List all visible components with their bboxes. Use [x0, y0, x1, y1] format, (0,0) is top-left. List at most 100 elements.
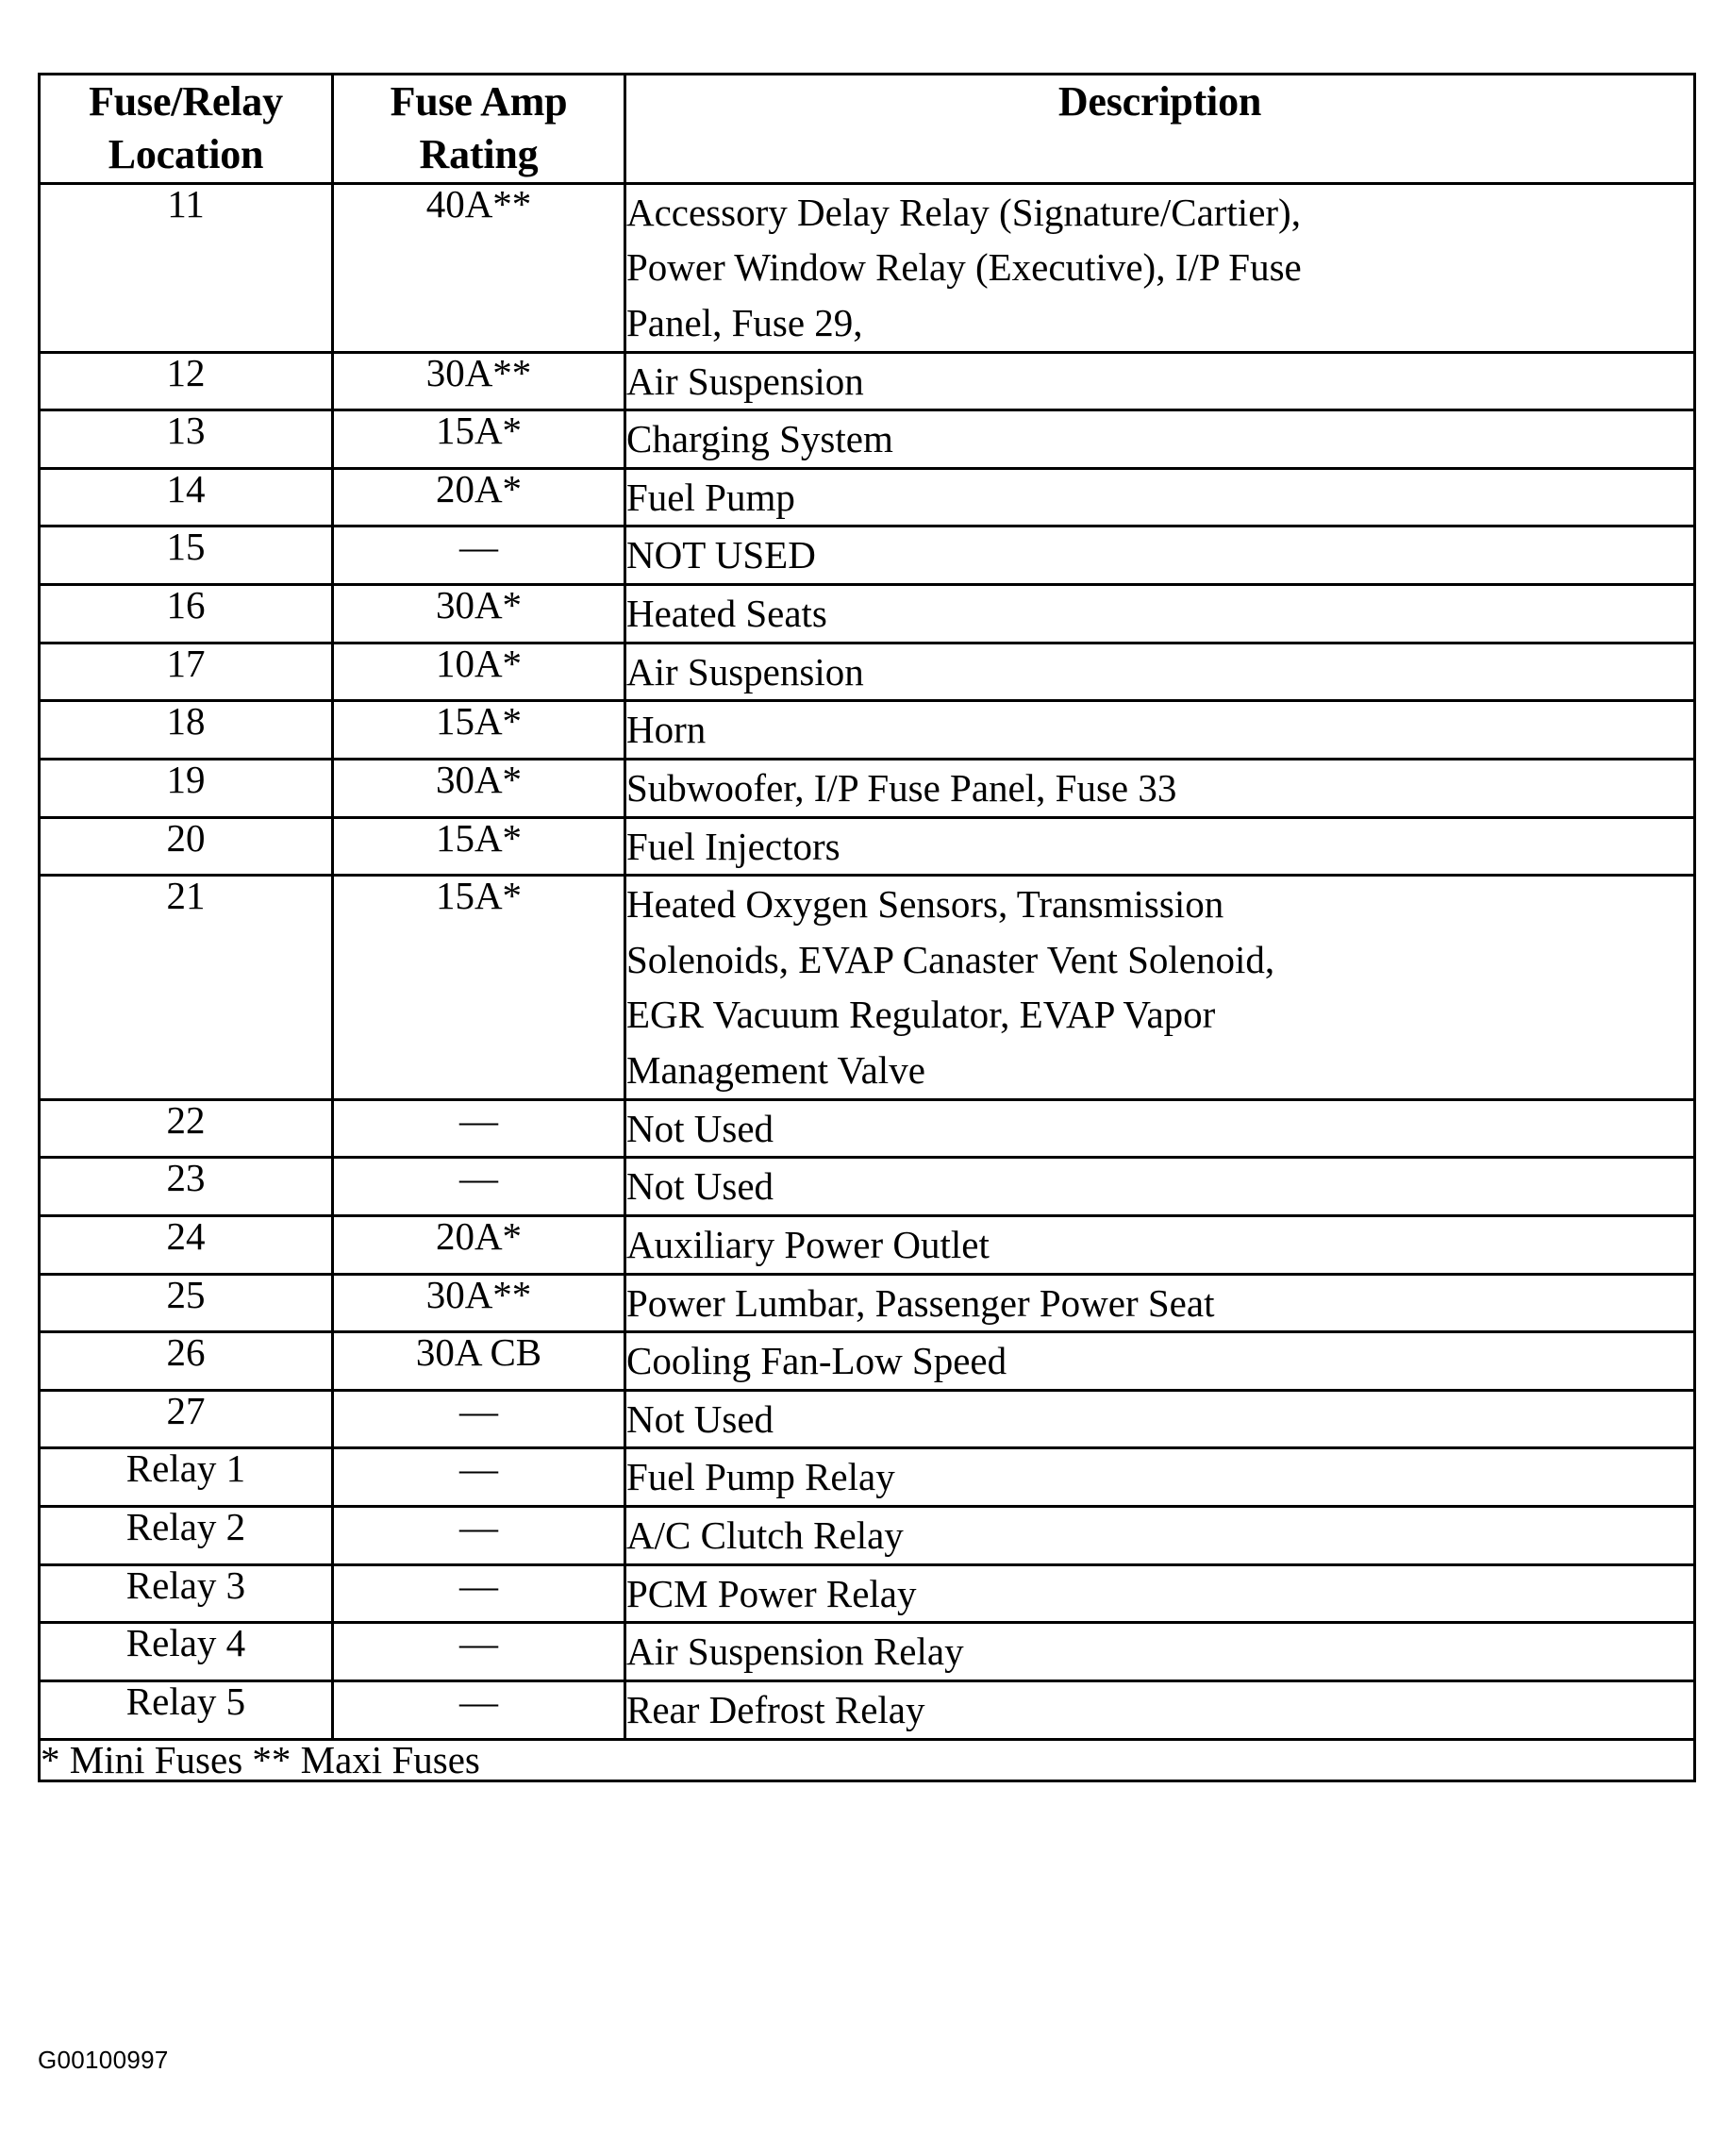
table-row: 18 15A* Horn [38, 699, 1696, 760]
table-row: Relay 4— Air Suspension Relay [38, 1621, 1696, 1682]
description-line: PCM Power Relay [626, 1571, 917, 1615]
table-body: 11 40A** Accessory Delay Relay (Signature/… [38, 181, 1696, 1741]
cell-fuse-location: Relay 1 [38, 1446, 334, 1508]
column-header-amp-rating: Fuse Amp Rating [331, 73, 626, 185]
column-header-amp-line2: Rating [419, 131, 539, 178]
cell-amp-rating: 30A* [331, 583, 626, 644]
description-line: Air Suspension [626, 359, 864, 403]
description-line: Subwoofer, I/P Fuse Panel, Fuse 33 [626, 765, 1177, 810]
table-row: Relay 3— PCM Power Relay [38, 1563, 1696, 1625]
cell-amp-rating: 15A* [331, 815, 626, 877]
description-line: Solenoids, EVAP Canaster Vent Solenoid, [626, 937, 1275, 981]
table-row: Relay 1— Fuel Pump Relay [38, 1446, 1696, 1508]
figure-id-label: G00100997 [38, 2046, 169, 2074]
table-header: Fuse/Relay Location Fuse Amp Rating Desc… [38, 73, 1696, 185]
cell-amp-rating: 30A CB [331, 1330, 626, 1392]
cell-description: Air Suspension Relay [624, 1621, 1696, 1682]
table-row: 20 15A* Fuel Injectors [38, 815, 1696, 877]
description-line: Heated Oxygen Sensors, Transmission [626, 882, 1224, 927]
cell-description: Cooling Fan-Low Speed [624, 1330, 1696, 1392]
cell-fuse-location: 27 [38, 1388, 334, 1450]
description-line: NOT USED [626, 533, 816, 577]
cell-fuse-location: 13 [38, 409, 334, 470]
cell-description: PCM Power Relay [624, 1563, 1696, 1625]
fuse-type-footnote: * Mini Fuses ** Maxi Fuses [38, 1737, 1696, 1782]
description-line: Air Suspension [626, 649, 864, 694]
table-footer: * Mini Fuses ** Maxi Fuses [38, 1737, 1696, 1782]
table-row: 14 20A* Fuel Pump [38, 466, 1696, 528]
cell-description: Subwoofer, I/P Fuse Panel, Fuse 33 [624, 757, 1696, 819]
cell-description: Fuel Pump [624, 466, 1696, 528]
cell-description: Charging System [624, 409, 1696, 470]
cell-amp-rating: 20A* [331, 1213, 626, 1276]
cell-description: Not Used [624, 1097, 1696, 1160]
table-row: 12 30A** Air Suspension [38, 350, 1696, 412]
cell-description: Not Used [624, 1156, 1696, 1217]
description-line: Fuel Pump Relay [626, 1455, 895, 1499]
cell-fuse-location: 15 [38, 525, 334, 586]
cell-fuse-location: 11 [38, 181, 334, 354]
description-line: Management Valve [626, 1048, 925, 1092]
cell-amp-rating: — [331, 1621, 626, 1682]
cell-description: Auxiliary Power Outlet [624, 1213, 1696, 1276]
column-header-location: Fuse/Relay Location [38, 73, 334, 185]
cell-description: Air Suspension [624, 641, 1696, 703]
description-line: Fuel Injectors [626, 824, 841, 868]
description-line: Accessory Delay Relay (Signature/Cartier… [626, 190, 1301, 234]
description-line: Not Used [626, 1106, 774, 1150]
description-line: Auxiliary Power Outlet [626, 1222, 990, 1266]
cell-amp-rating: 15A* [331, 699, 626, 760]
table-row: 27— Not Used [38, 1388, 1696, 1450]
table-row: 24 20A* Auxiliary Power Outlet [38, 1213, 1696, 1276]
column-header-location-line1: Fuse/Relay [89, 78, 283, 125]
description-line: Power Lumbar, Passenger Power Seat [626, 1280, 1215, 1325]
cell-fuse-location: 22 [38, 1097, 334, 1160]
cell-amp-rating: 20A* [331, 466, 626, 528]
table-row: 13 15A* Charging System [38, 409, 1696, 470]
cell-description: Horn [624, 699, 1696, 760]
cell-fuse-location: 24 [38, 1213, 334, 1276]
description-line: Power Window Relay (Executive), I/P Fuse [626, 245, 1302, 290]
cell-amp-rating: — [331, 1563, 626, 1625]
description-line: Not Used [626, 1396, 774, 1441]
table-row: 25 30A** Power Lumbar, Passenger Power Sea… [38, 1272, 1696, 1334]
cell-amp-rating: — [331, 1156, 626, 1217]
description-line: Panel, Fuse 29, [626, 300, 863, 344]
cell-fuse-location: 14 [38, 466, 334, 528]
column-header-amp-line1: Fuse Amp [390, 78, 568, 125]
description-line: Cooling Fan-Low Speed [626, 1339, 1007, 1383]
cell-fuse-location: 18 [38, 699, 334, 760]
table-row: Relay 5— Rear Defrost Relay [38, 1679, 1696, 1741]
table-row: 19 30A* Subwoofer, I/P Fuse Panel, Fuse 33 [38, 757, 1696, 819]
cell-description: Heated Oxygen Sensors, Transmission Solen… [624, 874, 1696, 1101]
footnote-row: * Mini Fuses ** Maxi Fuses [38, 1737, 1696, 1782]
cell-amp-rating: — [331, 525, 626, 586]
cell-fuse-location: 20 [38, 815, 334, 877]
cell-amp-rating: — [331, 1446, 626, 1508]
description-line: Not Used [626, 1164, 774, 1209]
cell-fuse-location: 12 [38, 350, 334, 412]
table-row: 23— Not Used [38, 1156, 1696, 1217]
cell-amp-rating: 30A** [331, 350, 626, 412]
description-line: Heated Seats [626, 592, 827, 635]
cell-fuse-location: Relay 5 [38, 1679, 334, 1741]
cell-description: Fuel Pump Relay [624, 1446, 1696, 1508]
column-header-location-line2: Location [108, 131, 264, 178]
cell-description: Power Lumbar, Passenger Power Seat [624, 1272, 1696, 1334]
cell-description: Fuel Injectors [624, 815, 1696, 877]
cell-fuse-location: 21 [38, 874, 334, 1101]
cell-description: A/C Clutch Relay [624, 1505, 1696, 1566]
cell-fuse-location: 16 [38, 583, 334, 644]
cell-amp-rating: 30A* [331, 757, 626, 819]
cell-amp-rating: — [331, 1679, 626, 1741]
table-row: 16 30A* Heated Seats [38, 583, 1696, 644]
cell-fuse-location: 26 [38, 1330, 334, 1392]
cell-description: Air Suspension [624, 350, 1696, 412]
description-line: Rear Defrost Relay [626, 1687, 925, 1731]
cell-amp-rating: — [331, 1505, 626, 1566]
description-line: A/C Clutch Relay [626, 1513, 904, 1557]
cell-description: Heated Seats [624, 583, 1696, 644]
cell-description: Accessory Delay Relay (Signature/Cartier… [624, 181, 1696, 354]
column-header-description: Description [624, 73, 1696, 185]
table-row: 15— NOT USED [38, 525, 1696, 586]
